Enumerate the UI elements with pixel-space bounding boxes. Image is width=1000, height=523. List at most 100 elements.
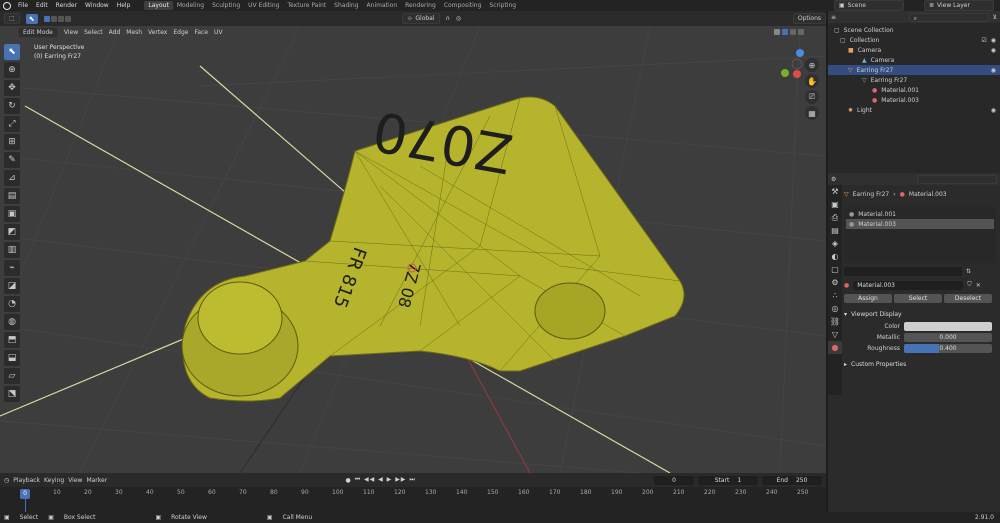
measure-tool-icon[interactable]: ⊿	[4, 170, 20, 186]
checkbox-icon[interactable]: ☑	[981, 37, 986, 44]
world-tab-icon[interactable]: ◐	[828, 250, 842, 263]
outliner-item-earring-mesh[interactable]: ▽ Earring Fr27	[828, 75, 1000, 85]
assign-button[interactable]: Assign	[844, 293, 892, 303]
filter-icon[interactable]: ⊻	[993, 14, 997, 21]
tab-uv-editing[interactable]: UV Editing	[244, 1, 283, 10]
tab-animation[interactable]: Animation	[363, 1, 402, 10]
tab-scripting[interactable]: Scripting	[485, 1, 520, 10]
timeline-type-icon[interactable]: ◷	[4, 477, 9, 484]
ortho-grid-icon[interactable]: ▦	[805, 106, 819, 120]
menu-edit[interactable]: Edit	[32, 2, 52, 9]
outliner-search-input[interactable]: ⌕	[908, 12, 989, 22]
start-frame-field[interactable]: Start 1	[698, 475, 758, 485]
render-tab-icon[interactable]: ▣	[828, 198, 842, 211]
shear-tool-icon[interactable]: ▱	[4, 368, 20, 384]
menu-render[interactable]: Render	[52, 2, 81, 9]
sort-icon[interactable]: ⇅	[966, 268, 971, 275]
scene-tab-icon[interactable]: ◈	[828, 237, 842, 250]
menu-vertex[interactable]: Vertex	[148, 29, 167, 36]
shrink-tool-icon[interactable]: ⬓	[4, 350, 20, 366]
slot-filter-field[interactable]	[844, 266, 962, 276]
tab-sculpting[interactable]: Sculpting	[208, 1, 244, 10]
properties-type-icon[interactable]: ⚙	[831, 176, 836, 183]
spin-tool-icon[interactable]: ◔	[4, 296, 20, 312]
end-frame-field[interactable]: End 250	[762, 475, 822, 485]
eye-icon[interactable]: ◉	[991, 67, 996, 74]
menu-select[interactable]: Select	[84, 29, 103, 36]
menu-marker[interactable]: Marker	[86, 477, 107, 484]
particles-tab-icon[interactable]: ∴	[828, 289, 842, 302]
menu-view[interactable]: View	[64, 29, 78, 36]
select-tool-button[interactable]: ⬉	[25, 13, 38, 24]
tool-tab-icon[interactable]: ⚒	[828, 185, 842, 198]
material-tab-icon[interactable]: ●	[828, 341, 842, 354]
outliner-item-material-003[interactable]: ● Material.003	[828, 95, 1000, 105]
transform-tool-icon[interactable]: ⊞	[4, 134, 20, 150]
constraints-tab-icon[interactable]: ⛓	[828, 315, 842, 328]
tab-texture-paint[interactable]: Texture Paint	[283, 1, 330, 10]
material-slot-item[interactable]: ● Material.003	[846, 219, 994, 229]
menu-keying[interactable]: Keying	[44, 477, 64, 484]
outliner-item-earring[interactable]: ▽ Earring Fr27 ◉	[828, 65, 1000, 75]
eye-icon[interactable]: ◉	[991, 37, 996, 44]
rip-tool-icon[interactable]: ⬔	[4, 386, 20, 402]
solid-shading-icon[interactable]	[782, 29, 788, 35]
menu-add[interactable]: Add	[109, 29, 121, 36]
outliner-item-camera[interactable]: ■ Camera ◉	[828, 45, 1000, 55]
scene-selector[interactable]: ▣ Scene	[834, 0, 904, 11]
metallic-slider[interactable]: 0.000	[904, 332, 992, 342]
tab-modeling[interactable]: Modeling	[173, 1, 208, 10]
proportional-toggle[interactable]: ◎	[456, 15, 461, 22]
edge-slide-tool-icon[interactable]: ⬒	[4, 332, 20, 348]
close-icon[interactable]: ✕	[976, 282, 981, 289]
scale-tool-icon[interactable]: ⤢	[4, 116, 20, 132]
knife-tool-icon[interactable]: ⌁	[4, 260, 20, 276]
menu-face[interactable]: Face	[194, 29, 208, 36]
data-tab-icon[interactable]: ▽	[828, 328, 842, 341]
select-mode-group[interactable]	[43, 15, 71, 22]
loop-cut-tool-icon[interactable]: ▥	[4, 242, 20, 258]
rotate-tool-icon[interactable]: ↻	[4, 98, 20, 114]
outliner-item-material-001[interactable]: ● Material.001	[828, 85, 1000, 95]
editor-type-button[interactable]: ⬚	[4, 13, 20, 24]
outliner-item-camera-data[interactable]: ▲ Camera	[828, 55, 1000, 65]
frame-ruler[interactable]: 0 10 20 30 40 50 60 70 80 90 100 110 120 130 140 150 160…	[0, 489, 826, 499]
tab-shading[interactable]: Shading	[330, 1, 362, 10]
playhead[interactable]: 0	[20, 489, 30, 499]
tab-rendering[interactable]: Rendering	[401, 1, 440, 10]
current-frame-field[interactable]: 0	[654, 475, 694, 485]
eye-icon[interactable]: ◉	[991, 107, 996, 114]
color-swatch[interactable]	[904, 321, 992, 331]
zoom-icon[interactable]: ⊕	[805, 58, 819, 72]
select-box-tool-icon[interactable]: ⬉	[4, 44, 20, 60]
outliner-item-scene-collection[interactable]: ▢ Scene Collection	[828, 25, 1000, 35]
menu-edge[interactable]: Edge	[173, 29, 188, 36]
outliner-type-icon[interactable]: ≡	[831, 14, 836, 21]
wireframe-shading-icon[interactable]	[774, 29, 780, 35]
custom-properties-section[interactable]: ▸ Custom Properties	[844, 359, 996, 369]
material-shading-icon[interactable]	[790, 29, 796, 35]
render-shading-icon[interactable]	[798, 29, 804, 35]
axis-gizmo[interactable]	[781, 49, 804, 78]
transform-orientation-dropdown[interactable]: ⊹ Global	[402, 13, 440, 24]
extrude-tool-icon[interactable]: ▤	[4, 188, 20, 204]
outliner-item-collection[interactable]: ▢ Collection ☑ ◉	[828, 35, 1000, 45]
blender-logo-icon[interactable]	[3, 1, 11, 10]
properties-search-input[interactable]	[917, 174, 997, 184]
mode-dropdown[interactable]: Edit Mode	[18, 26, 58, 38]
bevel-tool-icon[interactable]: ◩	[4, 224, 20, 240]
roughness-slider[interactable]: 0.400	[904, 343, 992, 353]
menu-file[interactable]: File	[14, 2, 32, 9]
shield-icon[interactable]: ⛉	[967, 281, 972, 289]
view-layer-selector[interactable]: ≣ View Layer	[924, 0, 994, 11]
smooth-tool-icon[interactable]: ◍	[4, 314, 20, 330]
3d-viewport[interactable]: Z070 FR 815 7Z 08 User Perspective (0) E…	[0, 26, 826, 473]
physics-tab-icon[interactable]: ◎	[828, 302, 842, 315]
poly-build-tool-icon[interactable]: ◪	[4, 278, 20, 294]
menu-help[interactable]: Help	[113, 2, 135, 9]
material-browse-icon[interactable]: ●	[844, 282, 849, 289]
annotate-tool-icon[interactable]: ✎	[4, 152, 20, 168]
eye-icon[interactable]: ◉	[991, 47, 996, 54]
tab-layout[interactable]: Layout	[144, 1, 173, 10]
deselect-button[interactable]: Deselect	[944, 293, 992, 303]
